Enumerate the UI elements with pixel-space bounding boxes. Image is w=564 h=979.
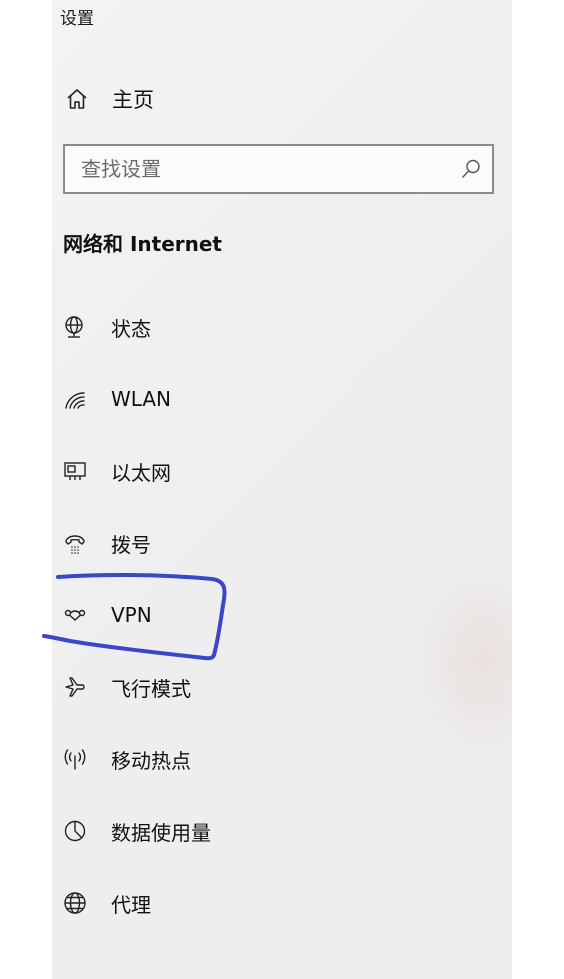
search-icon[interactable]: [460, 158, 482, 180]
nav-item-data-usage[interactable]: 数据使用量: [62, 814, 482, 848]
nav-label: 飞行模式: [111, 676, 191, 701]
vpn-icon: [62, 602, 88, 628]
section-title: 网络和 Internet: [63, 232, 222, 256]
nav-item-mobile-hotspot[interactable]: 移动热点: [62, 742, 482, 776]
wifi-icon: [62, 386, 88, 412]
window-title: 设置: [60, 9, 94, 29]
nav-item-ethernet[interactable]: 以太网: [62, 454, 482, 488]
nav-item-airplane-mode[interactable]: 飞行模式: [62, 670, 482, 704]
home-icon: [64, 86, 90, 112]
nav-label: WLAN: [111, 387, 172, 411]
home-link[interactable]: 主页: [64, 84, 154, 114]
nav-label: 数据使用量: [111, 820, 211, 845]
nav-label: 移动热点: [111, 748, 191, 773]
nav-label: VPN: [111, 603, 152, 627]
nav-label: 代理: [111, 892, 151, 917]
airplane-icon: [62, 674, 88, 700]
data-usage-icon: [62, 818, 88, 844]
dialup-icon: [62, 530, 88, 556]
network-status-icon: [62, 314, 88, 340]
settings-panel: 设置 主页 网络和 Internet: [52, 0, 512, 979]
nav-label: 状态: [111, 316, 151, 341]
nav-item-wlan[interactable]: WLAN: [62, 382, 482, 416]
ethernet-icon: [62, 458, 88, 484]
nav-label: 拨号: [111, 532, 151, 557]
nav-item-vpn[interactable]: VPN: [62, 598, 482, 632]
globe-icon: [62, 890, 88, 916]
search-input[interactable]: [65, 146, 461, 192]
nav-label: 以太网: [111, 460, 171, 485]
nav-item-proxy[interactable]: 代理: [62, 886, 482, 920]
nav-item-status[interactable]: 状态: [62, 310, 482, 344]
nav-item-dialup[interactable]: 拨号: [62, 526, 482, 560]
home-label: 主页: [112, 88, 154, 112]
search-box[interactable]: [63, 144, 494, 194]
hotspot-icon: [62, 746, 88, 772]
